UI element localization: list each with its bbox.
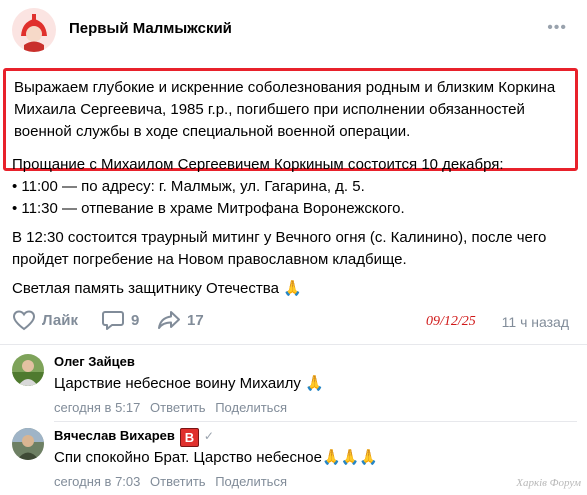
comment-meta: сегодня в 5:17 Ответить Поделиться [54,400,287,415]
heart-icon [12,310,36,331]
comment-text: Спи спокойно Брат. Царство небесное🙏🙏🙏 [54,448,378,466]
commenter-avatar[interactable] [12,428,44,460]
praying-hands-emoji: 🙏 [283,280,302,297]
farewell-line: Прощание с Михаилом Сергеевичем Коркиным… [12,156,504,173]
comment-text: Царствие небесное воину Михаилу 🙏 [54,374,324,392]
author-badge-icon: В [179,428,199,447]
comment-author[interactable]: Олег Зайцев [54,354,135,369]
share-button[interactable]: 17 [157,309,204,331]
like-label: Лайк [42,311,78,329]
post-highlighted-text: Выражаем глубокие и искренние соболезнов… [14,79,556,140]
shares-count: 17 [187,311,204,329]
post-header: Первый Малмыжский ••• [12,8,577,52]
comment-body: Спи спокойно Брат. Царство небесное [54,449,322,466]
handwritten-date: 09/12/25 [426,314,476,329]
comment-time[interactable]: сегодня в 7:03 [54,474,140,489]
comment-meta: сегодня в 7:03 Ответить Поделиться [54,474,287,489]
comment-item: Вячеслав Вихарев В ✓ Спи спокойно Брат. Ца… [12,428,577,490]
share-icon [158,311,180,329]
comment-item: Олег Зайцев Царствие небесное воину Миха… [12,354,577,416]
share-link[interactable]: Поделиться [215,474,287,489]
comment-time[interactable]: сегодня в 5:17 [54,400,140,415]
praying-hands-emoji: 🙏🙏🙏 [321,449,378,466]
schedule-line-1100: • 11:00 — по адресу: г. Малмыж, ул. Гага… [12,178,365,195]
comment-icon [102,311,124,330]
group-name[interactable]: Первый Малмыжский [69,20,232,37]
like-button[interactable]: Лайк [12,309,78,331]
schedule-line-1130: • 11:30 — отпевание в храме Митрофана Во… [12,200,405,217]
comment-author[interactable]: Вячеслав Вихарев [54,428,175,443]
post-rally-paragraph: В 12:30 состоится траурный митинг у Вечн… [12,229,547,268]
post-farewell-block: Прощание с Михаилом Сергеевичем Коркиным… [12,154,577,220]
watermark: Харків Форум [516,477,581,489]
more-dots-icon[interactable]: ••• [547,19,567,37]
checkmark-icon: ✓ [203,429,214,443]
post-time[interactable]: 11 ч назад [502,314,569,330]
memory-text: Светлая память защитнику Отечества [12,280,279,297]
post-actions: Лайк 9 17 09/12/25 11 ч назад [12,309,577,335]
comment-author-line: Вячеслав Вихарев В ✓ [54,428,214,447]
post-memory-line: Светлая память защитнику Отечества 🙏 [12,278,577,300]
share-link[interactable]: Поделиться [215,400,287,415]
comment-divider [54,421,577,422]
reply-link[interactable]: Ответить [150,400,206,415]
praying-hands-emoji: 🙏 [305,375,324,392]
reply-link[interactable]: Ответить [150,474,206,489]
comments-button[interactable]: 9 [101,309,139,331]
comment-body: Царствие небесное воину Михаилу [54,375,301,392]
divider [0,344,587,345]
commenter-avatar[interactable] [12,354,44,386]
comments-count: 9 [131,311,140,329]
group-avatar[interactable] [12,8,56,52]
